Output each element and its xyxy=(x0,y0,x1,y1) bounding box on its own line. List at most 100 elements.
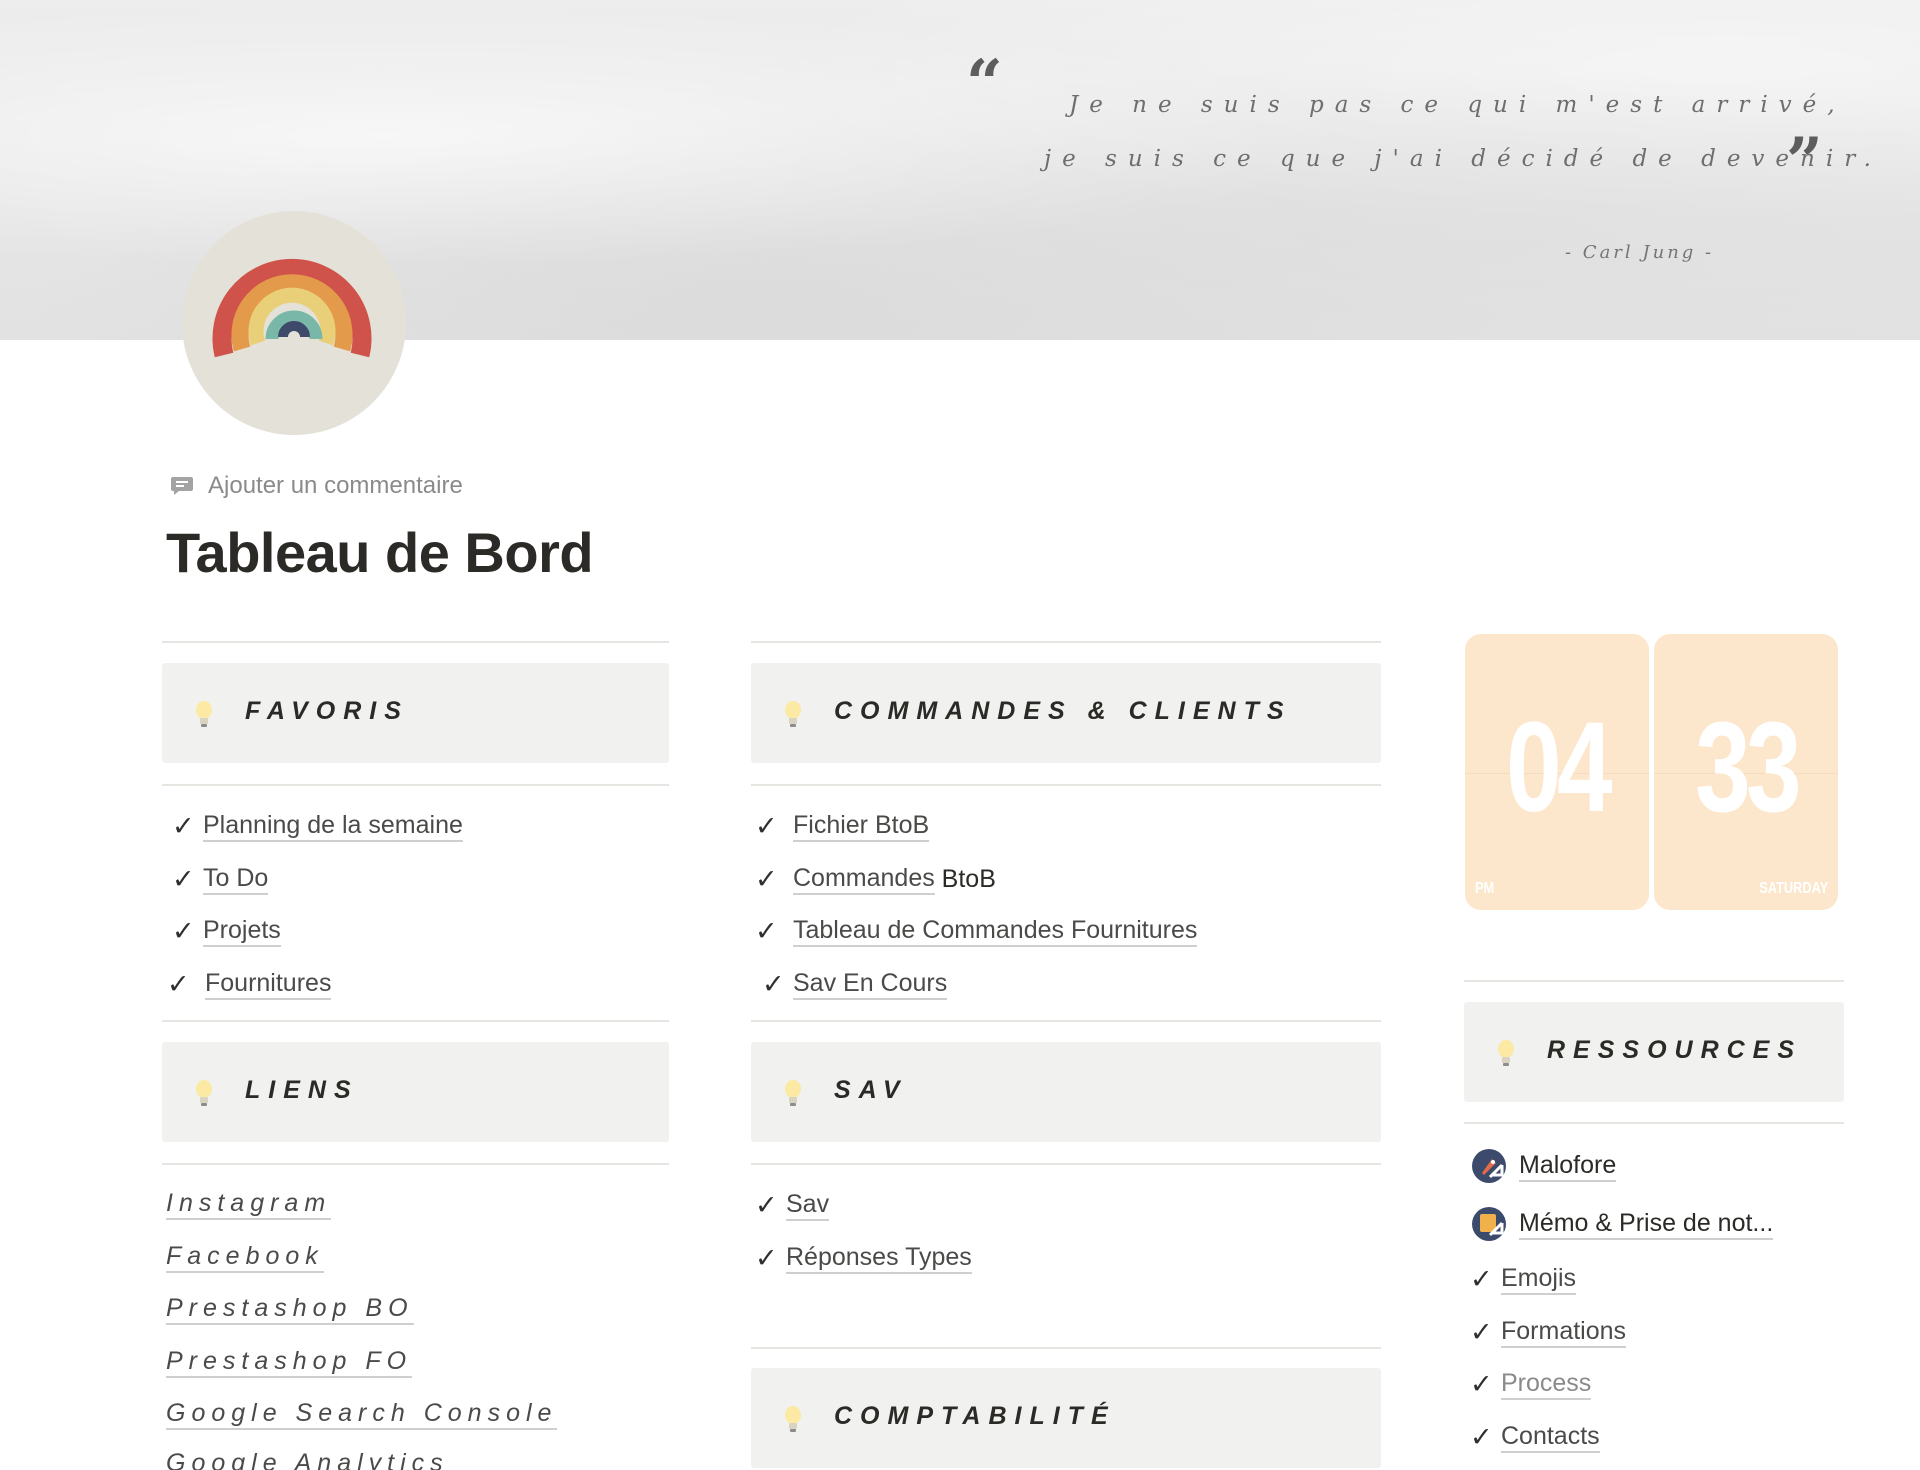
commandes-link-commandes[interactable]: Commandes xyxy=(793,863,935,895)
lightbulb-icon xyxy=(196,1080,212,1106)
check-icon: ✓ xyxy=(755,915,778,946)
sav-link-sav[interactable]: Sav xyxy=(786,1189,830,1221)
open-quote-mark: “ xyxy=(966,46,1003,121)
divider xyxy=(1464,980,1844,982)
note-page-icon xyxy=(1472,1207,1506,1241)
check-icon: ✓ xyxy=(1470,1263,1493,1294)
ressources-link-contacts[interactable]: Contacts xyxy=(1501,1421,1600,1453)
divider xyxy=(162,641,669,643)
commandes-callout[interactable]: COMMANDES & CLIENTS xyxy=(751,663,1381,763)
divider xyxy=(162,1163,669,1165)
commandes-suffix: BtoB xyxy=(934,865,996,893)
link-google-search-console[interactable]: Google Search Console xyxy=(166,1398,558,1430)
rocket-page-icon xyxy=(1472,1149,1506,1183)
commandes-link-sav-en-cours[interactable]: Sav En Cours xyxy=(793,968,948,1000)
sav-title: SAV xyxy=(834,1076,908,1104)
favoris-title: FAVORIS xyxy=(245,697,409,725)
list-item[interactable]: ✓ Réponses Types xyxy=(755,1240,972,1276)
memo-label[interactable]: Mémo & Prise de not... xyxy=(1519,1208,1774,1240)
add-comment-button[interactable]: Ajouter un commentaire xyxy=(170,472,463,500)
page-link-malofore[interactable]: Malofore xyxy=(1472,1147,1617,1185)
malofore-label[interactable]: Malofore xyxy=(1519,1150,1617,1182)
clock-minutes-card: 33 SATURDAY xyxy=(1654,634,1838,910)
link-instagram[interactable]: Instagram xyxy=(166,1188,332,1220)
comptabilite-callout[interactable]: COMPTABILITÉ xyxy=(751,1368,1381,1468)
list-item[interactable]: ✓ Sav En Cours xyxy=(762,966,948,1002)
favoris-callout[interactable]: FAVORIS xyxy=(162,663,669,763)
clock-hours: 04 xyxy=(1506,696,1612,839)
list-item[interactable]: ✓ To Do xyxy=(172,861,269,897)
link-google-analytics[interactable]: Google Analytics xyxy=(166,1448,449,1470)
clock-hours-card: 04 PM xyxy=(1465,634,1649,910)
list-item[interactable]: ✓ Fichier BtoB xyxy=(755,808,930,844)
favoris-link-todo[interactable]: To Do xyxy=(203,863,269,895)
divider xyxy=(751,1163,1381,1165)
quote-author: - Carl Jung - xyxy=(1565,242,1715,263)
check-icon: ✓ xyxy=(172,810,195,841)
list-item[interactable]: ✓ Commandes BtoB xyxy=(755,861,996,897)
comptabilite-title: COMPTABILITÉ xyxy=(834,1402,1116,1430)
list-item[interactable]: ✓ Emojis xyxy=(1470,1261,1577,1297)
quote-line-2: je suis ce que j'ai décidé de devenir. xyxy=(1044,146,1882,172)
sav-link-reponses-types[interactable]: Réponses Types xyxy=(786,1242,972,1274)
check-icon: ✓ xyxy=(172,863,195,894)
link-prestashop-fo[interactable]: Prestashop FO xyxy=(166,1346,413,1378)
check-icon: ✓ xyxy=(1470,1316,1493,1347)
list-item[interactable]: ✓ Formations xyxy=(1470,1314,1627,1350)
favoris-link-fournitures[interactable]: Fournitures xyxy=(205,968,332,1000)
list-item[interactable]: ✓ Tableau de Commandes Fournitures xyxy=(755,913,1198,949)
link-prestashop-bo[interactable]: Prestashop BO xyxy=(166,1293,414,1325)
quote-line-1: Je ne suis pas ce qui m'est arrivé, xyxy=(1069,92,1846,118)
divider xyxy=(751,784,1381,786)
add-comment-label: Ajouter un commentaire xyxy=(208,472,463,499)
lightbulb-icon xyxy=(1498,1040,1514,1066)
list-item[interactable]: ✓ Fournitures xyxy=(167,966,332,1002)
check-icon: ✓ xyxy=(755,1242,778,1273)
commandes-link-tableau-fournitures[interactable]: Tableau de Commandes Fournitures xyxy=(793,915,1198,947)
divider xyxy=(162,1020,669,1022)
ressources-title: RESSOURCES xyxy=(1547,1036,1803,1064)
ressources-link-formations[interactable]: Formations xyxy=(1501,1316,1627,1348)
page-title[interactable]: Tableau de Bord xyxy=(166,520,594,585)
lightbulb-icon xyxy=(196,701,212,727)
rainbow-icon[interactable] xyxy=(182,211,406,435)
lightbulb-icon xyxy=(785,701,801,727)
divider xyxy=(162,784,669,786)
liens-title: LIENS xyxy=(245,1076,359,1104)
divider xyxy=(751,1020,1381,1022)
check-icon: ✓ xyxy=(755,810,778,841)
list-item[interactable]: ✓ Planning de la semaine xyxy=(172,808,463,844)
lightbulb-icon xyxy=(785,1406,801,1432)
check-icon: ✓ xyxy=(172,915,195,946)
link-facebook[interactable]: Facebook xyxy=(166,1241,324,1273)
divider xyxy=(1464,1122,1844,1124)
list-item[interactable]: ✓ Sav xyxy=(755,1187,830,1223)
check-icon: ✓ xyxy=(755,1189,778,1220)
page-link-memo[interactable]: Mémo & Prise de not... xyxy=(1472,1205,1774,1243)
favoris-link-projets[interactable]: Projets xyxy=(203,915,281,947)
ressources-link-emojis[interactable]: Emojis xyxy=(1501,1263,1577,1295)
check-icon: ✓ xyxy=(167,968,190,999)
clock-period: PM xyxy=(1475,880,1495,897)
liens-callout[interactable]: LIENS xyxy=(162,1042,669,1142)
check-icon: ✓ xyxy=(755,863,778,894)
divider xyxy=(751,641,1381,643)
list-item[interactable]: ✓ Projets xyxy=(172,913,281,949)
comment-icon xyxy=(171,477,193,495)
check-icon: ✓ xyxy=(1470,1368,1493,1399)
commandes-title: COMMANDES & CLIENTS xyxy=(834,697,1292,725)
ressources-callout[interactable]: RESSOURCES xyxy=(1464,1002,1844,1102)
check-icon: ✓ xyxy=(1470,1421,1493,1452)
commandes-link-fichier-btob[interactable]: Fichier BtoB xyxy=(793,810,930,842)
divider xyxy=(751,1347,1381,1349)
list-item[interactable]: ✓ Contacts xyxy=(1470,1419,1600,1455)
clock-minutes: 33 xyxy=(1695,696,1801,839)
close-quote-mark: ” xyxy=(1786,124,1823,199)
check-icon: ✓ xyxy=(762,968,785,999)
sav-callout[interactable]: SAV xyxy=(751,1042,1381,1142)
clock-day: SATURDAY xyxy=(1759,880,1828,897)
lightbulb-icon xyxy=(785,1080,801,1106)
favoris-link-planning[interactable]: Planning de la semaine xyxy=(203,810,463,842)
list-item[interactable]: ✓ Process xyxy=(1470,1366,1592,1402)
ressources-link-process[interactable]: Process xyxy=(1501,1368,1592,1400)
